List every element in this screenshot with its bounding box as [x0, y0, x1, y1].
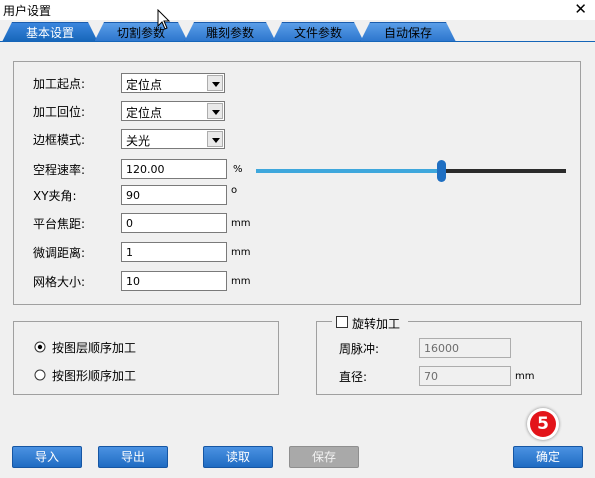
chevron-down-icon[interactable] — [207, 103, 223, 119]
fine-tune-unit: mm — [231, 247, 251, 258]
pulses-input[interactable]: 16000 — [419, 338, 511, 358]
fine-tune-input[interactable]: 1 — [121, 242, 227, 262]
order-by-shape-label: 按图形顺序加工 — [52, 369, 137, 383]
diameter-label: 直径: — [339, 370, 368, 384]
rotary-enable-checkbox[interactable]: 旋转加工 — [332, 314, 408, 331]
rotary-enable-label: 旋转加工 — [352, 317, 401, 331]
ok-button[interactable]: 确定 — [513, 446, 583, 468]
start-point-label: 加工起点: — [33, 77, 86, 91]
xy-angle-label: XY夹角: — [33, 189, 77, 203]
settings-panel: 加工起点: 定位点 加工回位: 定位点 边框模式: 关光 空程速率: 120.0… — [0, 42, 595, 478]
pulses-label: 周脉冲: — [339, 342, 380, 356]
radio-unselected-icon[interactable] — [34, 369, 46, 381]
grid-size-unit: mm — [231, 276, 251, 287]
grid-size-input[interactable]: 10 — [121, 271, 227, 291]
return-point-value: 定位点 — [126, 106, 163, 120]
fine-tune-label: 微调距离: — [33, 246, 86, 260]
close-icon[interactable]: ✕ — [574, 0, 587, 18]
tab-cut-params[interactable]: 切割参数 — [94, 22, 188, 42]
frame-mode-select[interactable]: 关光 — [121, 129, 225, 149]
radio-selected-icon[interactable] — [34, 341, 46, 353]
frame-mode-value: 关光 — [126, 134, 151, 148]
title-bar: 用户设置 ✕ — [0, 0, 595, 20]
start-point-select[interactable]: 定位点 — [121, 73, 225, 93]
tab-basic-settings[interactable]: 基本设置 — [2, 22, 98, 42]
frame-mode-label: 边框模式: — [33, 133, 86, 147]
travel-speed-unit: % — [233, 164, 243, 175]
diameter-input[interactable]: 70 — [419, 366, 511, 386]
return-point-label: 加工回位: — [33, 105, 86, 119]
xy-angle-input[interactable]: 90 — [121, 185, 227, 205]
checkbox-icon[interactable] — [336, 316, 348, 328]
travel-speed-label: 空程速率: — [33, 163, 86, 177]
travel-speed-slider[interactable] — [256, 160, 566, 184]
slider-track-filled — [256, 169, 441, 173]
travel-speed-input[interactable]: 120.00 — [121, 159, 227, 179]
export-button[interactable]: 导出 — [98, 446, 168, 468]
table-focus-label: 平台焦距: — [33, 217, 86, 231]
import-button[interactable]: 导入 — [12, 446, 82, 468]
xy-angle-unit: o — [231, 185, 238, 196]
grid-size-label: 网格大小: — [33, 275, 86, 289]
tab-auto-save[interactable]: 自动保存 — [360, 22, 456, 42]
order-by-layer-label: 按图层顺序加工 — [52, 341, 137, 355]
slider-thumb[interactable] — [437, 160, 446, 182]
slider-track-empty — [441, 169, 566, 173]
start-point-value: 定位点 — [126, 78, 163, 92]
return-point-select[interactable]: 定位点 — [121, 101, 225, 121]
tab-strip: 基本设置 切割参数 雕刻参数 文件参数 自动保存 — [0, 22, 595, 43]
diameter-unit: mm — [515, 371, 535, 382]
chevron-down-icon[interactable] — [207, 131, 223, 147]
tab-file-params[interactable]: 文件参数 — [272, 22, 364, 42]
window-title: 用户设置 — [3, 4, 52, 18]
step-badge-number: 5 — [530, 411, 556, 437]
table-focus-unit: mm — [231, 218, 251, 229]
chevron-down-icon[interactable] — [207, 75, 223, 91]
table-focus-input[interactable]: 0 — [121, 213, 227, 233]
mouse-cursor-icon — [157, 9, 171, 30]
tab-engrave-params[interactable]: 雕刻参数 — [184, 22, 276, 42]
save-button[interactable]: 保存 — [289, 446, 359, 468]
read-button[interactable]: 读取 — [203, 446, 273, 468]
step-badge: 5 — [527, 408, 559, 440]
